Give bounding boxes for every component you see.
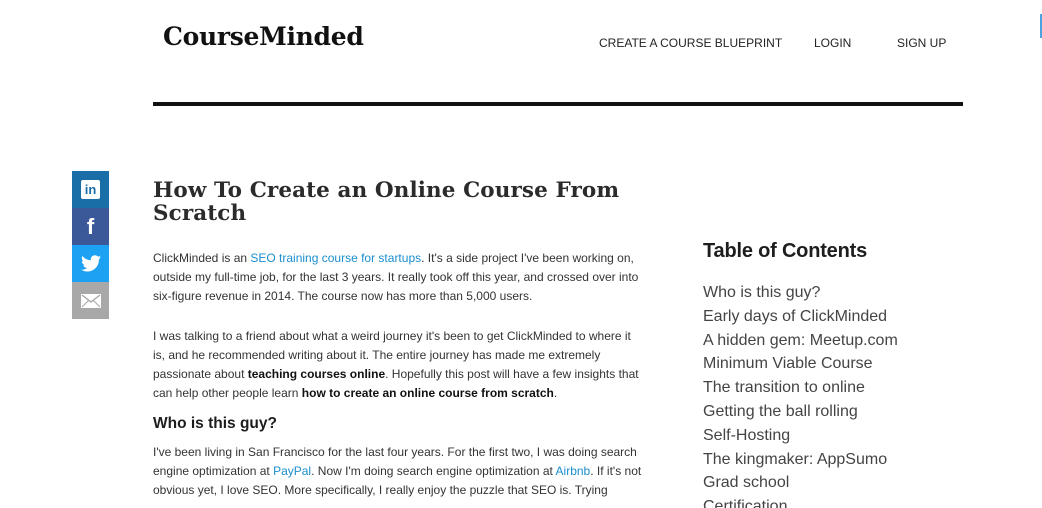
section-heading: Who is this guy? xyxy=(153,415,277,432)
toc-item[interactable]: Who is this guy? xyxy=(703,281,1003,305)
facebook-share-button[interactable]: f xyxy=(72,208,109,245)
toc-item[interactable]: Early days of ClickMinded xyxy=(703,305,1003,329)
email-share-button[interactable] xyxy=(72,282,109,319)
toc-item[interactable]: Self-Hosting xyxy=(703,424,1003,448)
nav-create-course-blueprint[interactable]: CREATE A COURSE BLUEPRINT xyxy=(599,36,782,50)
twitter-share-button[interactable] xyxy=(72,245,109,282)
toc-item[interactable]: The kingmaker: AppSumo xyxy=(703,448,1003,472)
text-span: . Now I'm doing search engine optimizati… xyxy=(311,464,556,478)
article-body: ClickMinded is an SEO training course fo… xyxy=(153,249,643,508)
linkedin-icon: in xyxy=(81,180,100,199)
top-nav: CREATE A COURSE BLUEPRINT LOGIN SIGN UP xyxy=(0,36,1042,52)
toc-item[interactable]: A hidden gem: Meetup.com xyxy=(703,329,1003,353)
nav-sign-up[interactable]: SIGN UP xyxy=(897,36,946,50)
linkedin-share-button[interactable]: in xyxy=(72,171,109,208)
airbnb-link[interactable]: Airbnb xyxy=(556,464,591,478)
toc-title: Table of Contents xyxy=(703,240,868,262)
table-of-contents: Table of Contents Who is this guy? Early… xyxy=(703,240,1003,508)
toc-list: Who is this guy? Early days of ClickMind… xyxy=(703,281,1003,508)
social-share-bar: in f xyxy=(72,171,109,319)
bold-text: teaching courses online xyxy=(247,367,386,381)
toc-item[interactable]: The transition to online xyxy=(703,376,1003,400)
email-icon xyxy=(80,293,101,308)
toc-item[interactable]: Certification xyxy=(703,495,1003,508)
twitter-icon xyxy=(80,255,101,272)
toc-item[interactable]: Grad school xyxy=(703,471,1003,495)
article-title: How To Create an Online Course From Scra… xyxy=(153,178,620,226)
nav-login[interactable]: LOGIN xyxy=(814,36,851,50)
toc-item[interactable]: Getting the ball rolling xyxy=(703,400,1003,424)
text-span: ClickMinded is an xyxy=(153,251,251,265)
seo-training-link[interactable]: SEO training course for startups xyxy=(250,251,421,265)
text-span: . xyxy=(553,386,558,400)
article-paragraph: ClickMinded is an SEO training course fo… xyxy=(153,249,643,306)
header-divider xyxy=(153,102,963,106)
paypal-link[interactable]: PayPal xyxy=(273,464,311,478)
article-paragraph: I've been living in San Francisco for th… xyxy=(153,443,643,500)
linkedin-glyph: in xyxy=(84,182,97,197)
article-paragraph: I was talking to a friend about what a w… xyxy=(153,327,643,403)
toc-item[interactable]: Minimum Viable Course xyxy=(703,352,1003,376)
bold-text: how to create an online course from scra… xyxy=(301,386,554,400)
facebook-icon: f xyxy=(86,213,95,239)
